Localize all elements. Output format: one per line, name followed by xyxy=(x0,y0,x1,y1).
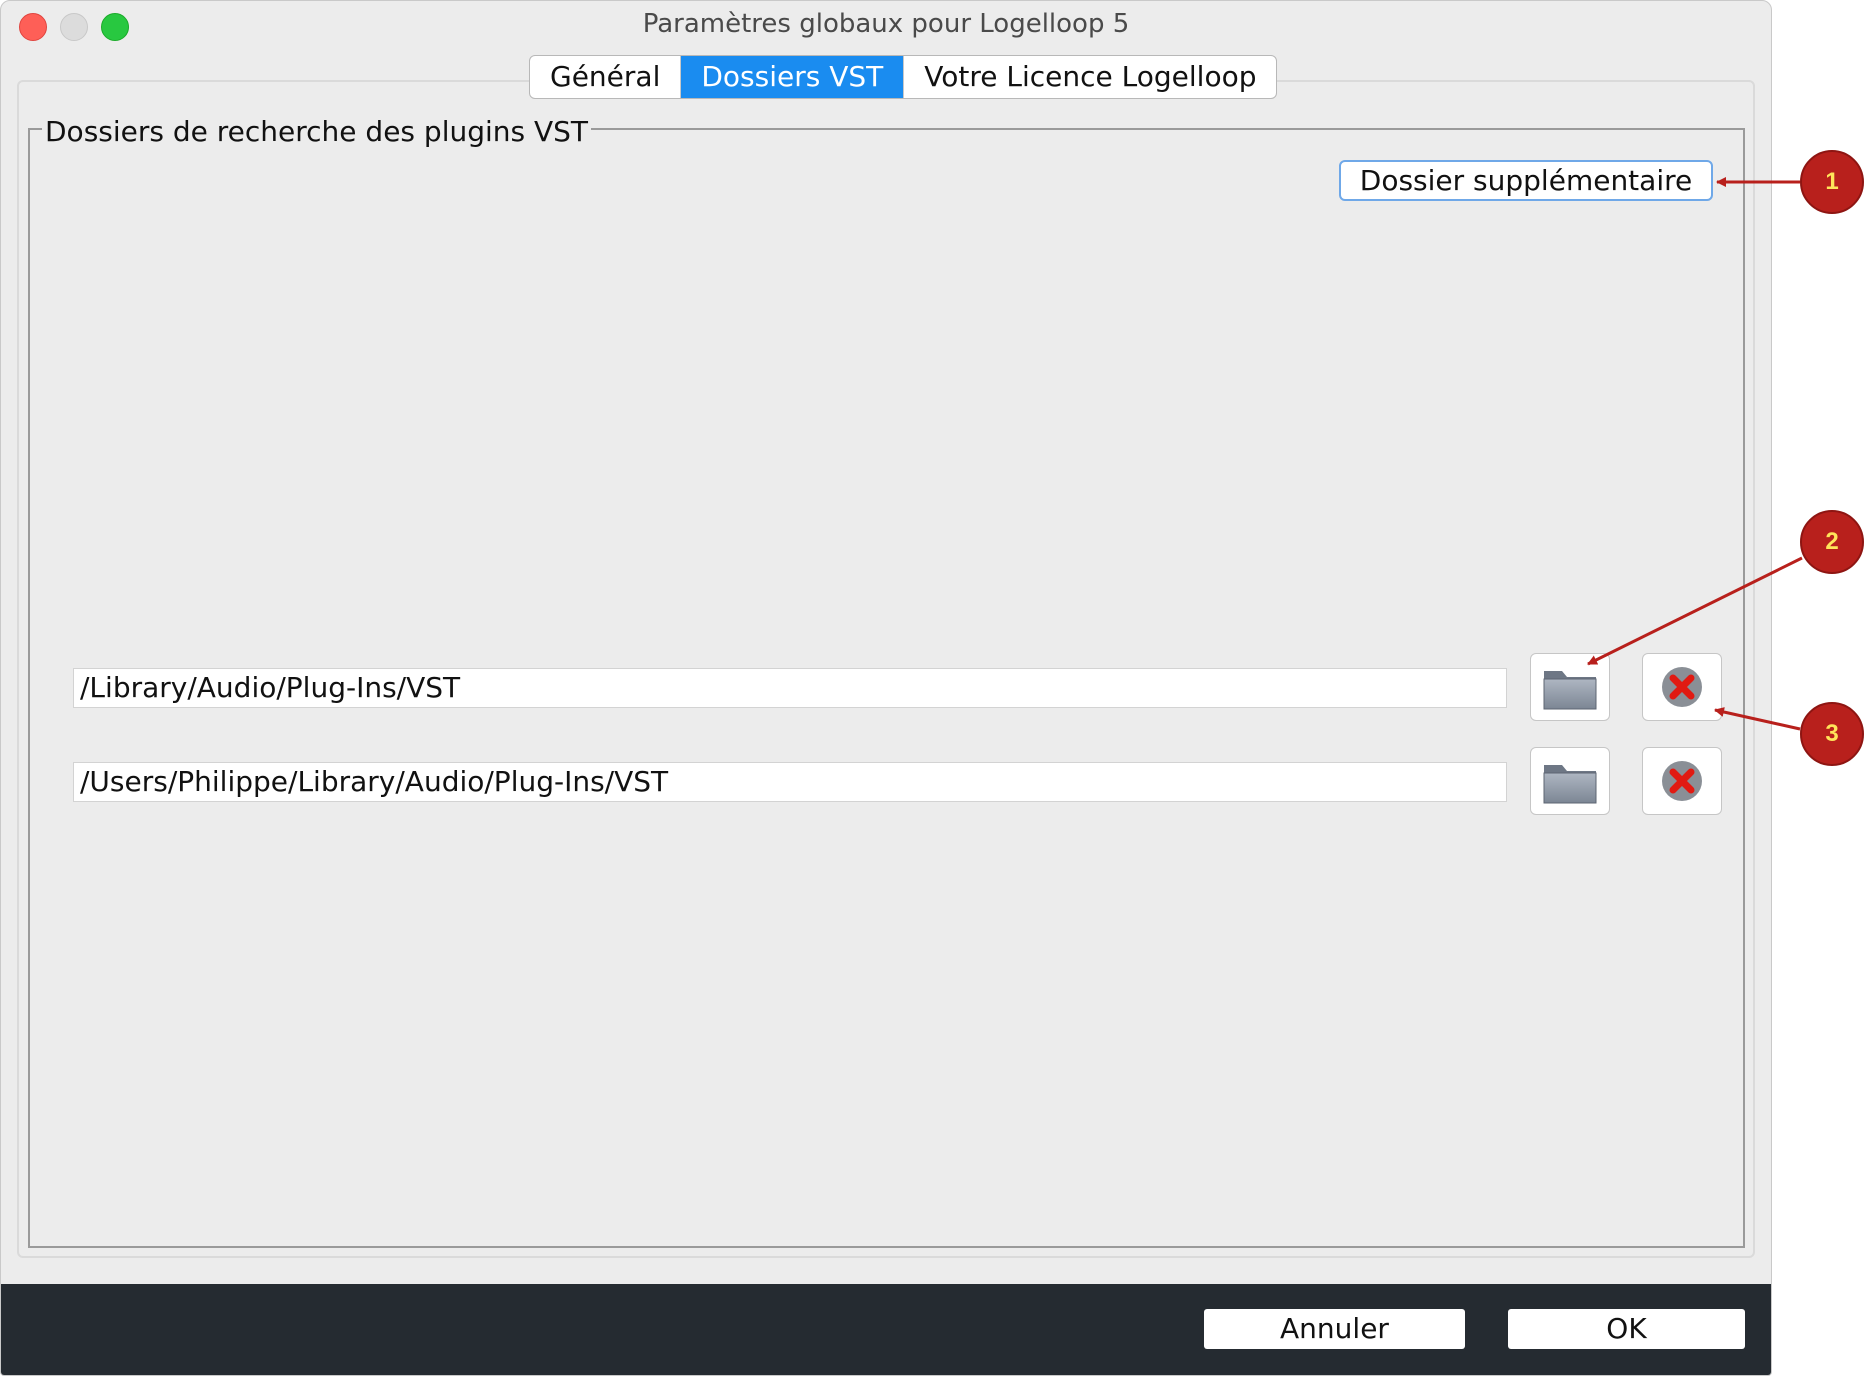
callout-1: 1 xyxy=(1800,150,1864,214)
callout-2: 2 xyxy=(1800,510,1864,574)
callout-arrow-3 xyxy=(1714,707,1801,731)
callout-arrow-2 xyxy=(1587,556,1803,666)
annotation-arrows xyxy=(1587,177,1803,731)
callout-3: 3 xyxy=(1800,702,1864,766)
